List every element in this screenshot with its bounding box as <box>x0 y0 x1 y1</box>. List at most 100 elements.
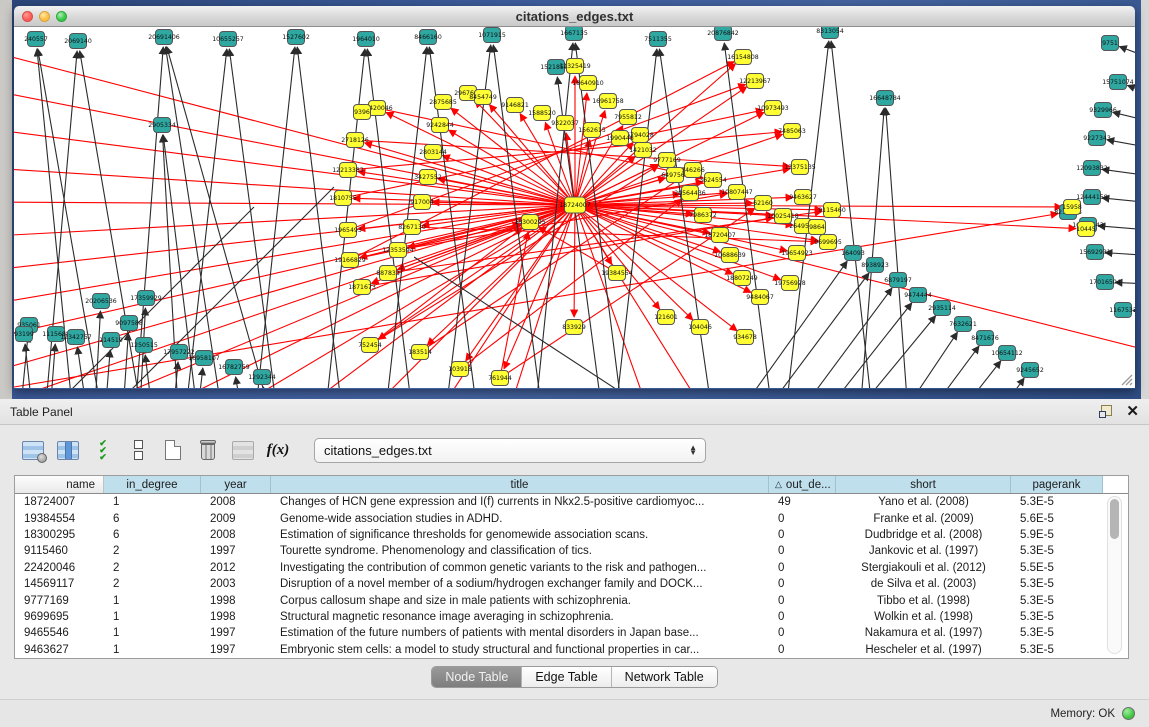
graph-node-yellow[interactable]: 9463627 <box>789 190 817 205</box>
delete-table-button[interactable] <box>195 437 221 463</box>
canvas-resize-grip[interactable] <box>1122 375 1132 385</box>
table-cell[interactable]: 0 <box>769 627 836 639</box>
graph-node-teal[interactable]: 9097588 <box>115 316 143 331</box>
table-cell[interactable]: 1 <box>104 627 201 639</box>
table-cell[interactable]: Tourette syndrome. Phenomenology and cla… <box>271 545 769 557</box>
table-cell[interactable]: 2008 <box>201 496 271 508</box>
graph-node-teal[interactable]: 10655257 <box>212 32 244 47</box>
graph-node-yellow[interactable]: 183514 <box>408 345 432 360</box>
graph-node-yellow[interactable]: 103918 <box>448 362 472 377</box>
graph-node-yellow[interactable]: 9699695 <box>814 235 842 250</box>
table-cell[interactable]: 1 <box>104 644 201 656</box>
graph-node-teal[interactable]: 1667135 <box>560 27 588 41</box>
table-cell[interactable]: 5.6E-5 <box>1011 513 1103 525</box>
graph-node-yellow[interactable]: 18720407 <box>704 228 736 243</box>
network-view-window[interactable]: citations_edges.txt 24055720691402069140… <box>14 6 1135 389</box>
table-cell[interactable]: 5.3E-5 <box>1011 545 1103 557</box>
node-table[interactable]: namein_degreeyeartitle△out_de...shortpag… <box>14 475 1129 659</box>
table-cell[interactable]: Dudbridge et al. (2008) <box>836 529 1011 541</box>
table-row[interactable]: 977716911998Corpus callosum shape and si… <box>15 592 1128 608</box>
table-row[interactable]: 969969511998Structural magnetic resonanc… <box>15 609 1128 625</box>
table-cell[interactable]: 0 <box>769 644 836 656</box>
graph-node-yellow[interactable]: 917004 <box>410 195 434 210</box>
table-cell[interactable]: 2 <box>104 562 201 574</box>
graph-node-teal[interactable]: 9751 <box>1102 36 1119 51</box>
table-cell[interactable]: 1 <box>104 595 201 607</box>
graph-node-yellow[interactable]: 2718126 <box>341 133 369 148</box>
graph-node-yellow[interactable]: 16961758 <box>592 94 624 109</box>
table-cell[interactable]: 9699695 <box>15 611 104 623</box>
graph-node-yellow[interactable]: 7485063 <box>778 124 806 139</box>
graph-node-teal[interactable]: 1167533 <box>1109 303 1135 318</box>
table-cell[interactable]: 18300295 <box>15 529 104 541</box>
graph-node-yellow[interactable]: 12213967 <box>739 74 771 89</box>
close-window-icon[interactable] <box>22 11 33 22</box>
graph-node-yellow[interactable]: 7986372 <box>689 208 717 223</box>
graph-node-yellow[interactable]: 15958 <box>1062 200 1082 215</box>
scrollbar-thumb[interactable] <box>1110 499 1119 539</box>
table-row[interactable]: 1872400712008Changes of HCN gene express… <box>15 494 1128 510</box>
table-panel-titlebar[interactable]: Table Panel ✕ <box>0 399 1149 425</box>
graph-node-teal[interactable]: 16648784 <box>869 91 901 106</box>
graph-node-teal[interactable]: 15692931 <box>1079 245 1111 260</box>
column-header-pagerank[interactable]: pagerank <box>1011 476 1103 493</box>
table-cell[interactable]: Corpus callosum shape and size in male p… <box>271 595 769 607</box>
function-builder-button[interactable]: f(x) <box>265 437 291 463</box>
column-header-name[interactable]: name <box>15 476 104 493</box>
table-cell[interactable]: 2 <box>104 578 201 590</box>
network-canvas[interactable]: 2405572069140206914061065525715276021964… <box>14 27 1135 388</box>
table-cell[interactable]: 14569117 <box>15 578 104 590</box>
graph-node-yellow[interactable]: 9146821 <box>501 98 529 113</box>
graph-node-teal[interactable]: 8313054 <box>816 27 844 39</box>
select-all-button[interactable]: ✔✔✔ <box>90 437 116 463</box>
graph-node-teal[interactable]: 8471676 <box>971 331 999 346</box>
graph-node-teal[interactable]: 8466160 <box>414 30 442 45</box>
graph-node-teal[interactable]: 12444158 <box>1076 190 1108 205</box>
table-cell[interactable]: Franke et al. (2009) <box>836 513 1011 525</box>
table-cell[interactable]: 6 <box>104 513 201 525</box>
table-cell[interactable]: 0 <box>769 595 836 607</box>
tab-network-table[interactable]: Network Table <box>612 667 717 687</box>
graph-node-yellow[interactable]: 1965493 <box>334 223 362 238</box>
table-cell[interactable]: 0 <box>769 562 836 574</box>
table-cell[interactable]: Tibbo et al. (1998) <box>836 595 1011 607</box>
table-selector-dropdown[interactable]: citations_edges.txt ▲▼ <box>314 438 706 463</box>
table-cell[interactable]: 1998 <box>201 595 271 607</box>
memory-status-icon[interactable] <box>1122 707 1135 720</box>
graph-node-yellow[interactable]: 12353594 <box>382 243 414 258</box>
graph-node-teal[interactable]: 9245652 <box>1016 363 1044 378</box>
new-table-button[interactable] <box>160 437 186 463</box>
graph-node-yellow[interactable]: 12213383 <box>332 163 364 178</box>
table-cell[interactable]: Hescheler et al. (1997) <box>836 644 1011 656</box>
table-cell[interactable]: 0 <box>769 529 836 541</box>
table-cell[interactable]: 19384554 <box>15 513 104 525</box>
graph-node-teal[interactable]: 6879197 <box>884 273 912 288</box>
graph-node-teal[interactable]: 10654112 <box>991 346 1023 361</box>
graph-node-teal[interactable]: 12093832 <box>1076 161 1108 176</box>
tab-node-table[interactable]: Node Table <box>432 667 522 687</box>
row-height-button[interactable] <box>125 437 151 463</box>
table-cell[interactable]: 2012 <box>201 562 271 574</box>
table-row[interactable]: 1938455462009Genome-wide association stu… <box>15 510 1128 526</box>
graph-node-yellow[interactable]: 18640910 <box>572 76 604 91</box>
graph-node-yellow[interactable]: 62160 <box>753 196 773 211</box>
graph-node-teal[interactable]: 164093 <box>841 246 865 261</box>
column-header-title[interactable]: title <box>271 476 769 493</box>
table-cell[interactable]: 5.3E-5 <box>1011 627 1103 639</box>
graph-node-teal[interactable]: 8938923 <box>861 258 889 273</box>
column-header-short[interactable]: short <box>836 476 1011 493</box>
graph-node-yellow[interactable]: 19384554 <box>601 266 633 281</box>
graph-node-teal[interactable]: 2935114 <box>928 301 956 316</box>
table-cell[interactable]: Disruption of a novel member of a sodium… <box>271 578 769 590</box>
network-window-titlebar[interactable]: citations_edges.txt <box>14 6 1135 27</box>
table-cell[interactable]: 1 <box>104 496 201 508</box>
graph-node-yellow[interactable]: 752454 <box>358 338 382 353</box>
table-cell[interactable]: Yano et al. (2008) <box>836 496 1011 508</box>
table-cell[interactable]: Investigating the contribution of common… <box>271 562 769 574</box>
tab-edge-table[interactable]: Edge Table <box>522 667 611 687</box>
table-cell[interactable]: 5.5E-5 <box>1011 562 1103 574</box>
graph-node-teal[interactable]: 16782759 <box>218 360 250 375</box>
graph-node-teal[interactable]: 7511355 <box>644 32 672 47</box>
graph-node-yellow[interactable]: 3624554 <box>699 173 727 188</box>
graph-node-yellow[interactable]: 1588520 <box>528 106 556 121</box>
